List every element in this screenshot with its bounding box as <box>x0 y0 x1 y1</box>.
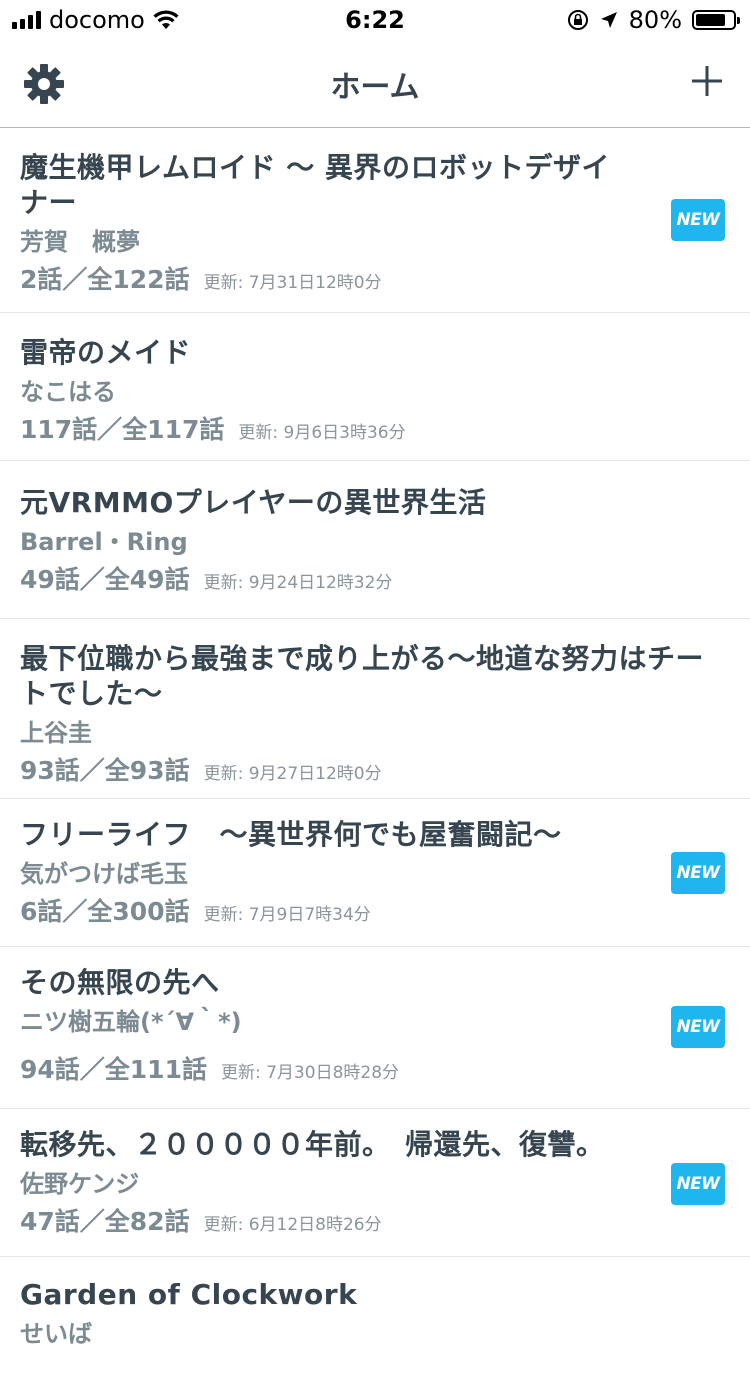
page-title: ホーム <box>330 69 420 105</box>
status-left: docomo <box>0 6 179 34</box>
updated-time: 更新: 9月24日12時32分 <box>203 573 393 593</box>
episode-count: 117話／全117話 <box>20 415 225 444</box>
episode-count: 6話／全300話 <box>20 897 190 926</box>
novel-author: 芳賀 概夢 <box>20 228 140 256</box>
updated-time: 更新: 7月30日8時28分 <box>220 1063 400 1083</box>
novel-author: せいば <box>20 1320 92 1348</box>
episode-count: 93話／全93話 <box>20 756 190 785</box>
novel-title: フリーライフ 〜異世界何でも屋奮闘記〜 <box>20 818 562 851</box>
novel-meta: 47話／全82話 更新: 6月12日8時26分 <box>20 1202 620 1238</box>
novel-meta: 93話／全93話 更新: 9月27日12時0分 <box>20 751 720 787</box>
orientation-lock-icon <box>567 10 588 30</box>
novel-meta: 6話／全300話 更新: 7月9日7時34分 <box>20 892 620 928</box>
status-right: 80% <box>567 6 750 34</box>
novel-title: その無限の先へ <box>20 966 220 999</box>
carrier-name: docomo <box>49 6 145 34</box>
novel-title: 魔生機甲レムロイド 〜 異界のロボットデザイナー <box>20 151 610 219</box>
list-item[interactable]: 魔生機甲レムロイド 〜 異界のロボットデザイナー 芳賀 概夢 2話／全122話 … <box>0 128 750 313</box>
novel-author: 上谷圭 <box>20 719 92 747</box>
list-item[interactable]: その無限の先へ ニツ樹五輪(*´∀｀*) 94話／全111話 更新: 7月30日… <box>0 947 750 1109</box>
updated-time: 更新: 7月9日7時34分 <box>203 905 371 925</box>
list-item[interactable]: 元VRMMOプレイヤーの異世界生活 Barrel・Ring 49話／全49話 更… <box>0 461 750 619</box>
plus-icon[interactable] <box>690 64 724 98</box>
novel-author: 佐野ケンジ <box>20 1170 140 1198</box>
novel-list: 魔生機甲レムロイド 〜 異界のロボットデザイナー 芳賀 概夢 2話／全122話 … <box>0 128 750 1377</box>
location-arrow-icon <box>600 12 617 28</box>
novel-title: 転移先、２０００００年前。 帰還先、復讐。 <box>20 1128 605 1161</box>
novel-title: 元VRMMOプレイヤーの異世界生活 <box>20 486 487 519</box>
episode-count: 94話／全111話 <box>20 1055 207 1084</box>
list-item[interactable]: Garden of Clockwork せいば <box>0 1257 750 1377</box>
updated-time: 更新: 9月6日3時36分 <box>238 423 406 443</box>
episode-count: 2話／全122話 <box>20 265 190 294</box>
gear-icon[interactable] <box>22 62 66 106</box>
new-badge: NEW <box>671 852 725 894</box>
novel-meta: 117話／全117話 更新: 9月6日3時36分 <box>20 410 620 446</box>
novel-meta: 49話／全49話 更新: 9月24日12時32分 <box>20 560 620 596</box>
nav-bar: ホーム <box>0 40 750 128</box>
battery-fill <box>696 14 725 26</box>
updated-time: 更新: 9月27日12時0分 <box>203 764 382 784</box>
novel-meta: 94話／全111話 更新: 7月30日8時28分 <box>20 1050 620 1086</box>
wifi-icon <box>153 10 179 29</box>
battery-percent: 80% <box>628 6 682 34</box>
novel-author: 気がつけば毛玉 <box>20 860 188 888</box>
episode-count: 49話／全49話 <box>20 565 190 594</box>
novel-author: なこはる <box>20 378 116 406</box>
novel-title: 最下位職から最強まで成り上がる〜地道な努力はチートでした〜 <box>20 642 705 710</box>
novel-author: ニツ樹五輪(*´∀｀*) <box>20 1008 242 1036</box>
new-badge: NEW <box>671 1163 725 1205</box>
novel-title: Garden of Clockwork <box>20 1278 358 1311</box>
list-item[interactable]: フリーライフ 〜異世界何でも屋奮闘記〜 気がつけば毛玉 6話／全300話 更新:… <box>0 799 750 947</box>
novel-author: Barrel・Ring <box>20 528 188 556</box>
new-badge: NEW <box>671 1006 725 1048</box>
new-badge: NEW <box>671 199 725 241</box>
battery-icon <box>692 10 740 30</box>
updated-time: 更新: 6月12日8時26分 <box>203 1215 382 1235</box>
signal-icon <box>12 11 41 29</box>
status-bar: docomo 6:22 80% <box>0 0 750 40</box>
list-item[interactable]: 転移先、２０００００年前。 帰還先、復讐。 佐野ケンジ 47話／全82話 更新:… <box>0 1109 750 1257</box>
novel-title: 雷帝のメイド <box>20 336 192 369</box>
episode-count: 47話／全82話 <box>20 1207 190 1236</box>
updated-time: 更新: 7月31日12時0分 <box>203 273 382 293</box>
novel-meta: 2話／全122話 更新: 7月31日12時0分 <box>20 260 620 296</box>
list-item[interactable]: 最下位職から最強まで成り上がる〜地道な努力はチートでした〜 上谷圭 93話／全9… <box>0 619 750 799</box>
list-item[interactable]: 雷帝のメイド なこはる 117話／全117話 更新: 9月6日3時36分 <box>0 313 750 461</box>
